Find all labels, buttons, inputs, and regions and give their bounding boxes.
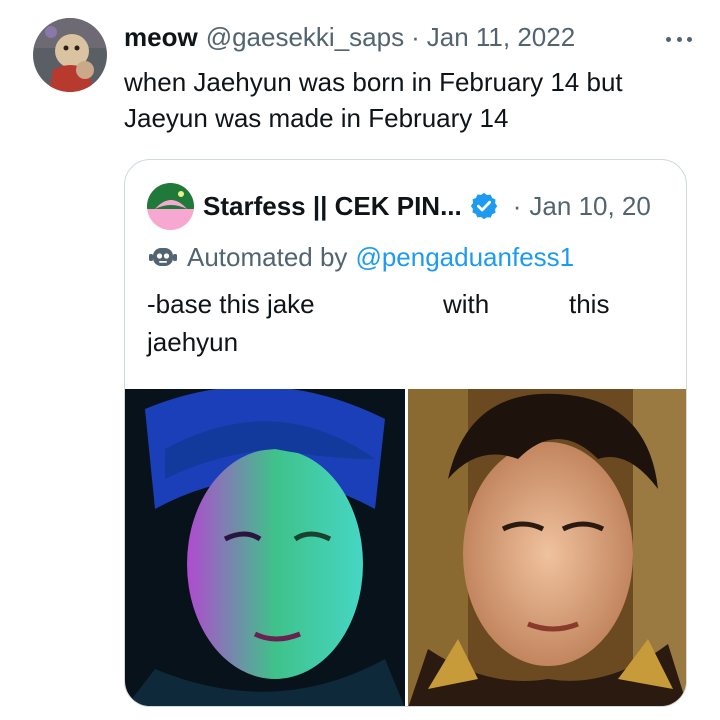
quoted-text-part: -base this jake [147, 289, 315, 319]
quoted-media [125, 389, 686, 706]
quoted-tweet-date[interactable]: Jan 10, 20 [529, 191, 650, 222]
tweet-date[interactable]: Jan 11, 2022 [427, 22, 575, 53]
automated-account-link[interactable]: @pengaduanfess1 [355, 242, 574, 273]
separator-dot: · [411, 22, 420, 52]
quoted-text-part: with [443, 289, 490, 319]
tweet-text: when Jaehyun was born in February 14 but… [124, 67, 623, 133]
verified-badge-icon [470, 192, 497, 220]
more-horizontal-icon[interactable] [662, 24, 696, 54]
quoted-author-avatar[interactable] [147, 182, 194, 230]
automated-label: Automated by @pengaduanfess1 [147, 239, 574, 275]
quoted-tweet[interactable]: Starfess || CEK PIN... · Jan 10, 20 Auto… [124, 159, 687, 707]
quoted-author-name[interactable]: Starfess || CEK PIN... [203, 191, 462, 222]
robot-icon [149, 248, 177, 266]
media-image-right[interactable] [408, 389, 686, 706]
tweet-header: meow @gaesekki_saps · Jan 11, 2022 [124, 22, 702, 56]
quoted-tweet-header: Starfess || CEK PIN... · Jan 10, 20 [147, 180, 668, 232]
media-image-left[interactable] [125, 389, 405, 706]
quoted-separator-dot: · [512, 190, 522, 221]
quoted-text-part: this [569, 289, 610, 319]
quoted-text-part: jaehyun [147, 327, 239, 357]
author-name[interactable]: meow [124, 22, 198, 53]
author-handle[interactable]: @gaesekki_saps [206, 22, 404, 53]
author-avatar[interactable] [33, 18, 107, 92]
automated-by-label: Automated by [187, 241, 348, 272]
